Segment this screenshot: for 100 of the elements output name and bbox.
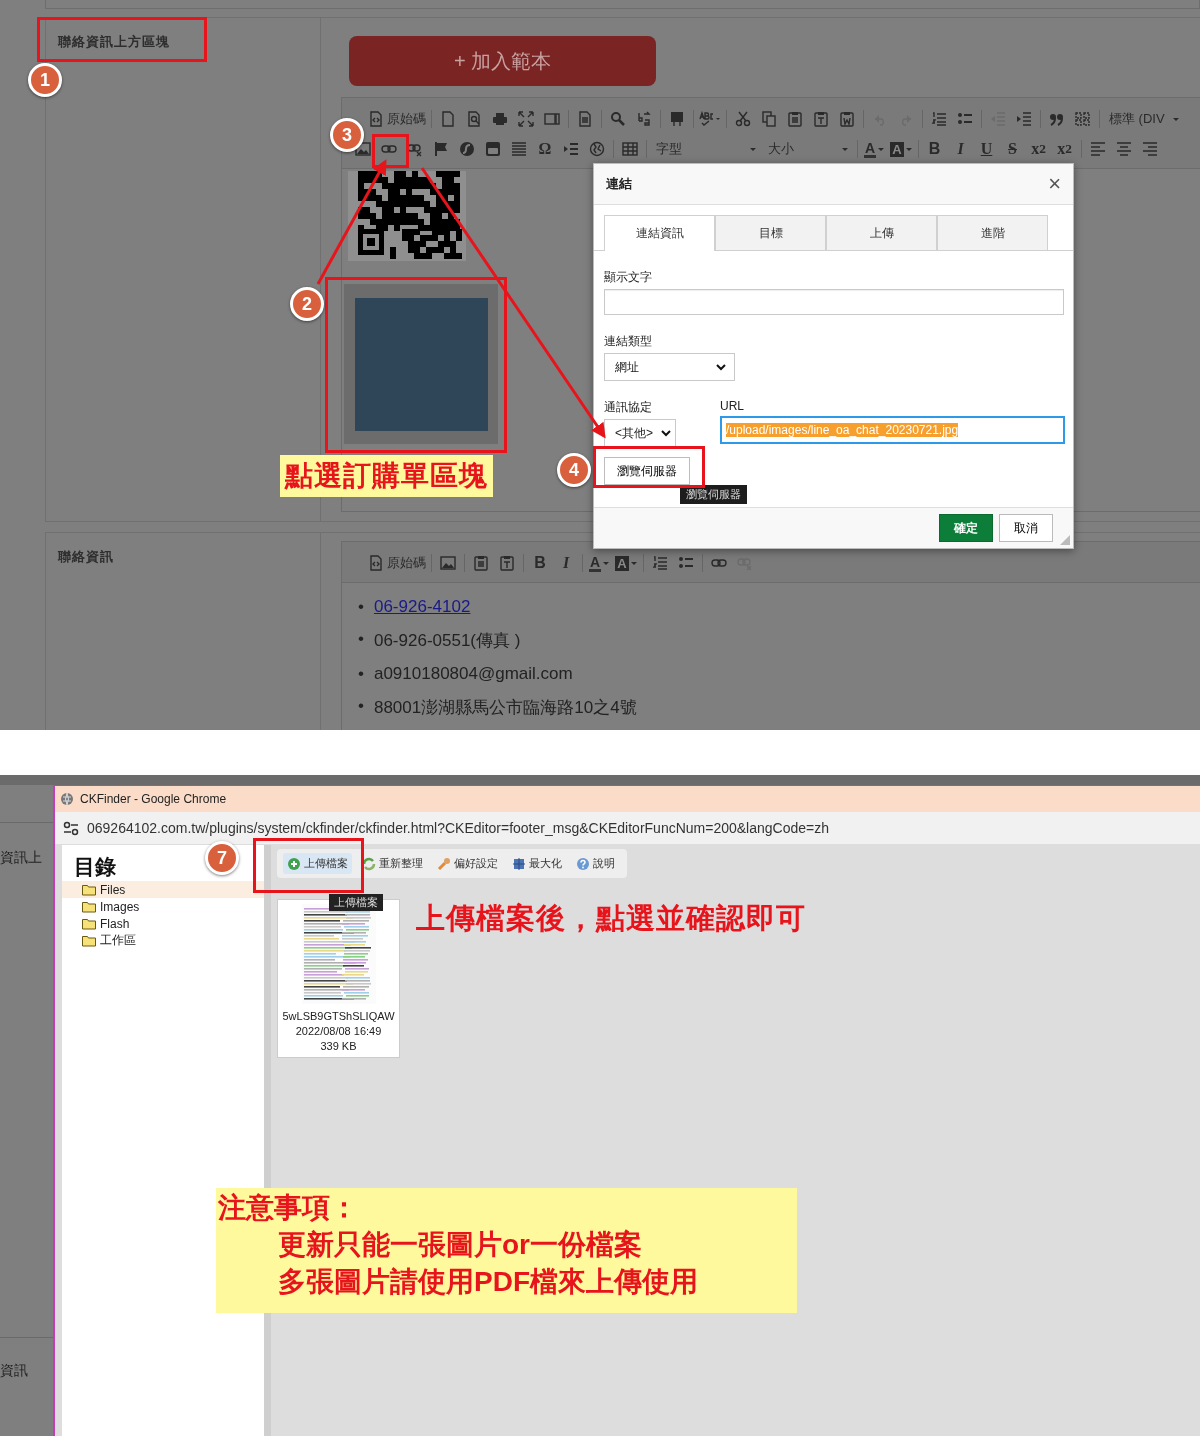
file-date: 2022/08/08 16:49: [295, 1024, 382, 1039]
add-template-button[interactable]: + 加入範本: [349, 36, 656, 86]
help-icon: [576, 856, 590, 871]
div-icon[interactable]: [1075, 111, 1091, 127]
highlight-frame: [372, 134, 409, 168]
text-color-button[interactable]: A: [861, 138, 888, 160]
phone-link[interactable]: 06-926-4102: [373, 597, 471, 617]
caret-icon: [842, 147, 848, 151]
clipboard-icon[interactable]: [787, 111, 803, 127]
printer-icon[interactable]: [492, 111, 508, 127]
cancel-button[interactable]: 取消: [999, 514, 1053, 542]
bulleted-list-icon[interactable]: [957, 111, 973, 127]
folder-icon: [82, 883, 96, 896]
close-button[interactable]: ×: [1048, 173, 1061, 195]
background-color-button[interactable]: A: [887, 138, 915, 160]
scissors-icon[interactable]: [735, 111, 751, 127]
step-number: 4: [557, 453, 591, 487]
bullet: •: [358, 597, 364, 617]
url-text: 069264102.com.tw/plugins/system/ckfinder/ckfinder.html?CKEditor=footer_msg&CKEditorFuncNum=200&langCode=zh: [87, 820, 829, 836]
contact-text: a0910180804@gmail.com: [373, 664, 573, 684]
clipboard-icon[interactable]: [473, 555, 489, 571]
bold-button[interactable]: B: [921, 138, 948, 160]
align-left-icon[interactable]: [1089, 141, 1106, 157]
format-dropdown[interactable]: 標準 (DIV: [1103, 108, 1185, 130]
indent-icon[interactable]: [1016, 111, 1032, 127]
tooltip: 上傳檔案: [329, 894, 383, 911]
tab[interactable]: 上傳: [826, 215, 937, 250]
note-text: 多張圖片請使用PDF檔來上傳使用: [277, 1265, 699, 1299]
horizontal-rule-icon[interactable]: [511, 141, 527, 157]
toolbar-button[interactable]: 重新整理: [358, 853, 427, 874]
document-icon[interactable]: [577, 111, 593, 127]
ok-button[interactable]: 確定: [939, 514, 993, 542]
field-label: URL: [720, 399, 745, 413]
note-title: 注意事項：: [218, 1191, 359, 1225]
special-character-button[interactable]: Ω: [532, 138, 558, 160]
quote-icon[interactable]: [1049, 111, 1065, 127]
bullet: •: [358, 629, 364, 650]
refresh-icon: [362, 856, 376, 871]
page-icon[interactable]: [440, 111, 456, 127]
align-right-icon[interactable]: [1141, 141, 1158, 157]
size-dropdown[interactable]: 大小: [762, 138, 854, 160]
flash-icon[interactable]: [459, 141, 475, 157]
preview-icon[interactable]: [466, 111, 482, 127]
text-color-button[interactable]: A: [586, 552, 613, 574]
numbered-list-icon[interactable]: [651, 555, 668, 571]
flag-icon[interactable]: [433, 141, 449, 157]
align-center-icon[interactable]: [1115, 141, 1132, 157]
folder-item[interactable]: Files: [62, 881, 264, 898]
field-label: 顯示文字: [604, 269, 653, 286]
maximize-icon[interactable]: [518, 111, 534, 127]
toolbar-button[interactable]: 上傳檔案: [283, 853, 352, 874]
replace-icon[interactable]: [636, 111, 652, 127]
search-icon[interactable]: [610, 111, 626, 127]
input-field[interactable]: [604, 289, 1064, 315]
step-number: 2: [290, 287, 324, 321]
section-label: 資訊: [0, 1362, 29, 1380]
italic-button[interactable]: I: [947, 138, 974, 160]
section-label: 資訊上: [0, 849, 43, 867]
tooltip: 瀏覽伺服器: [680, 485, 747, 504]
blocks-icon[interactable]: [544, 111, 560, 127]
resize-grip-icon[interactable]: [1060, 535, 1070, 545]
select-all-icon[interactable]: [669, 111, 685, 127]
browse-server-button[interactable]: 瀏覽伺服器: [604, 457, 690, 485]
caret-icon: [603, 561, 610, 565]
clipboard-word-icon[interactable]: [839, 111, 855, 127]
clipboard-text-icon[interactable]: [813, 111, 829, 127]
font-dropdown[interactable]: 字型: [650, 138, 762, 160]
folder-item[interactable]: Images: [62, 898, 264, 915]
toolbar-button[interactable]: 最大化: [508, 853, 566, 874]
table-icon[interactable]: [622, 141, 638, 157]
tab[interactable]: 連結資訊: [604, 215, 715, 251]
caret-icon: [905, 147, 912, 151]
tune-icon[interactable]: [63, 820, 79, 836]
underline-button[interactable]: U: [973, 138, 1000, 160]
clipboard-text-icon[interactable]: [499, 555, 515, 571]
folder-item[interactable]: 工作區: [62, 932, 264, 949]
tab[interactable]: 進階: [937, 215, 1048, 250]
source-button[interactable]: 原始碼: [366, 552, 428, 574]
source-button[interactable]: 原始碼: [366, 108, 428, 130]
background-color-button[interactable]: A: [612, 552, 640, 574]
toolbar-button[interactable]: 說明: [572, 853, 619, 874]
copy-icon[interactable]: [761, 111, 777, 127]
globe-icon[interactable]: [589, 141, 605, 157]
step-number: 1: [28, 63, 62, 97]
protocol-select[interactable]: <其他>: [604, 419, 676, 447]
link-type-select[interactable]: 網址: [604, 353, 735, 381]
strikethrough-button[interactable]: S: [999, 138, 1026, 160]
tab[interactable]: 目標: [715, 215, 826, 250]
spellcheck-icon[interactable]: [699, 111, 721, 127]
caret-icon: [750, 147, 756, 151]
unlink-icon[interactable]: [407, 141, 423, 157]
folder-item[interactable]: Flash: [62, 915, 264, 932]
bullet: •: [358, 696, 364, 717]
bulleted-list-icon[interactable]: [677, 555, 694, 571]
page-break-icon[interactable]: [563, 141, 579, 157]
video-icon[interactable]: [485, 141, 501, 157]
numbered-list-icon[interactable]: [931, 111, 947, 127]
toolbar-button[interactable]: 偏好設定: [433, 853, 502, 874]
italic-button[interactable]: I: [553, 552, 579, 574]
bold-button[interactable]: B: [527, 552, 553, 574]
